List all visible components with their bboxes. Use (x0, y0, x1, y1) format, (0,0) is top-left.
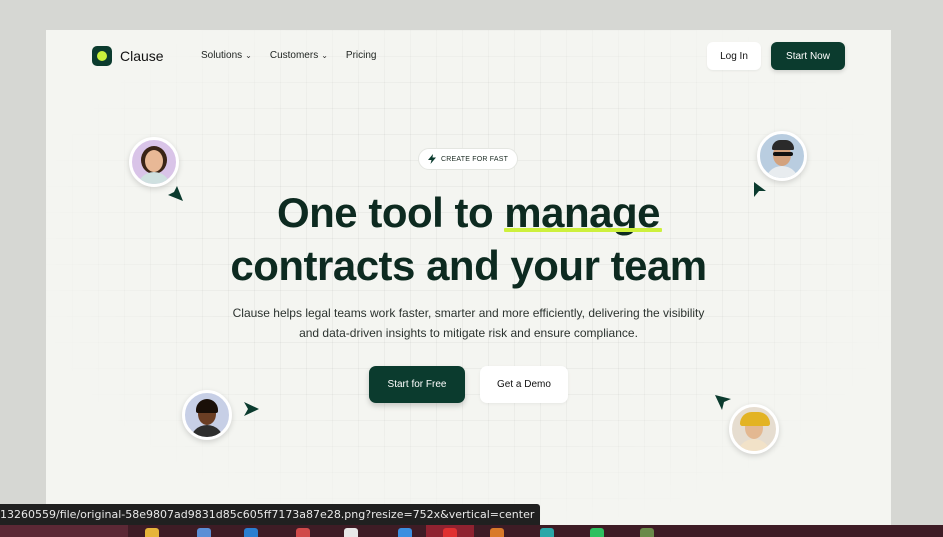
nav-item-customers[interactable]: Customers ⌄ (270, 50, 328, 61)
taskbar (0, 525, 943, 537)
subheading-line-1: Clause helps legal teams work faster, sm… (232, 306, 705, 320)
app-icon[interactable] (197, 528, 211, 537)
nav-item-label: Solutions (201, 50, 243, 61)
status-bar-url: 13260559/file/original-58e9807ad9831d85c… (0, 504, 541, 525)
taskbar-search[interactable] (0, 525, 128, 537)
start-now-button[interactable]: Start Now (771, 42, 845, 70)
avatar (757, 131, 807, 181)
bolt-icon (428, 154, 436, 164)
app-icon[interactable] (640, 528, 654, 537)
avatar (129, 137, 179, 187)
app-icon[interactable] (344, 528, 358, 537)
login-button[interactable]: Log In (707, 42, 761, 70)
headline-prefix: One tool to (276, 189, 505, 236)
badge-text: CREATE FOR FAST (441, 155, 509, 163)
app-icon[interactable] (398, 528, 412, 537)
start-for-free-button[interactable]: Start for Free (369, 366, 465, 403)
spotify-icon[interactable] (590, 528, 604, 537)
headline-line-2: contracts and your team (230, 242, 707, 289)
app-icon[interactable] (490, 528, 504, 537)
logo[interactable]: Clause (92, 46, 164, 66)
logo-text: Clause (120, 48, 164, 64)
chevron-down-icon: ⌄ (245, 51, 252, 60)
cursor-arrow-icon (168, 186, 183, 201)
nav-item-solutions[interactable]: Solutions ⌄ (201, 50, 252, 61)
cursor-arrow-icon (244, 402, 259, 416)
nav-item-pricing[interactable]: Pricing (346, 50, 377, 61)
chrome-icon (443, 528, 457, 537)
get-a-demo-button[interactable]: Get a Demo (480, 366, 568, 403)
landing-page: Clause Solutions ⌄ Customers ⌄ Pricing L… (46, 30, 891, 525)
file-explorer-icon[interactable] (145, 528, 159, 537)
cursor-arrow-icon (754, 182, 766, 197)
avatar (182, 390, 232, 440)
main-nav: Solutions ⌄ Customers ⌄ Pricing (201, 50, 376, 61)
chevron-down-icon: ⌄ (321, 51, 328, 60)
nav-item-label: Pricing (345, 50, 377, 61)
clause-logo-icon (92, 46, 112, 66)
cursor-arrow-icon (715, 395, 731, 410)
app-icon[interactable] (540, 528, 554, 537)
avatar (729, 404, 779, 454)
edge-icon[interactable] (244, 528, 258, 537)
app-icon[interactable] (296, 528, 310, 537)
nav-item-label: Customers (269, 50, 319, 61)
hero-badge: CREATE FOR FAST (418, 148, 519, 170)
subheading-line-2: and data-driven insights to mitigate ris… (299, 326, 638, 340)
headline-highlight: manage (504, 189, 662, 236)
